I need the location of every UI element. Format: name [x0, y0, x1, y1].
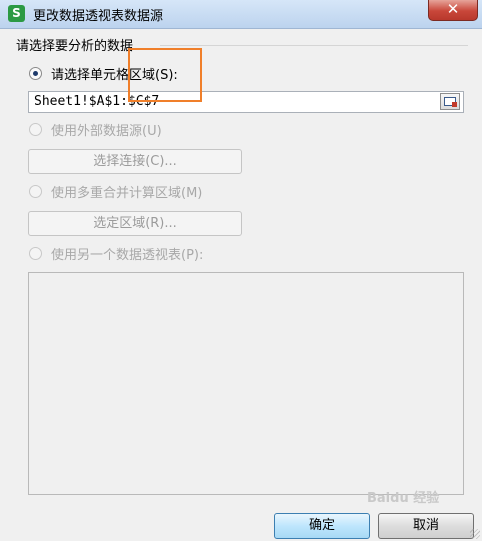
- annotation-highlight-box: [128, 48, 202, 102]
- group-divider: [160, 45, 468, 46]
- range-picker-icon: [444, 97, 457, 107]
- range-picker-button[interactable]: [440, 93, 460, 110]
- app-icon: S: [8, 5, 25, 22]
- external-source-radio[interactable]: [29, 123, 42, 136]
- title-bar: S 更改数据透视表数据源 ✕: [0, 0, 482, 29]
- select-range-button[interactable]: 选定区域(R)...: [28, 211, 242, 236]
- group-legend: 请选择要分析的数据: [16, 39, 134, 54]
- pivot-table-list[interactable]: [28, 272, 464, 495]
- consolidation-radio[interactable]: [29, 185, 42, 198]
- resize-grip[interactable]: [470, 529, 480, 539]
- window-title: 更改数据透视表数据源: [33, 9, 164, 24]
- another-pivot-label[interactable]: 使用另一个数据透视表(P):: [51, 244, 203, 263]
- close-icon[interactable]: ✕: [428, 0, 478, 21]
- external-source-label[interactable]: 使用外部数据源(U): [51, 120, 162, 139]
- cell-range-input[interactable]: Sheet1!$A$1:$C$7: [28, 91, 464, 113]
- dialog-body: 请选择要分析的数据 请选择单元格区域(S): Sheet1!$A$1:$C$7 …: [0, 29, 482, 541]
- cancel-button[interactable]: 取消: [378, 513, 474, 539]
- choose-connection-button[interactable]: 选择连接(C)...: [28, 149, 242, 174]
- cell-range-radio[interactable]: [29, 67, 42, 80]
- ok-button[interactable]: 确定: [274, 513, 370, 539]
- another-pivot-radio[interactable]: [29, 247, 42, 260]
- consolidation-label[interactable]: 使用多重合并计算区域(M): [51, 182, 202, 201]
